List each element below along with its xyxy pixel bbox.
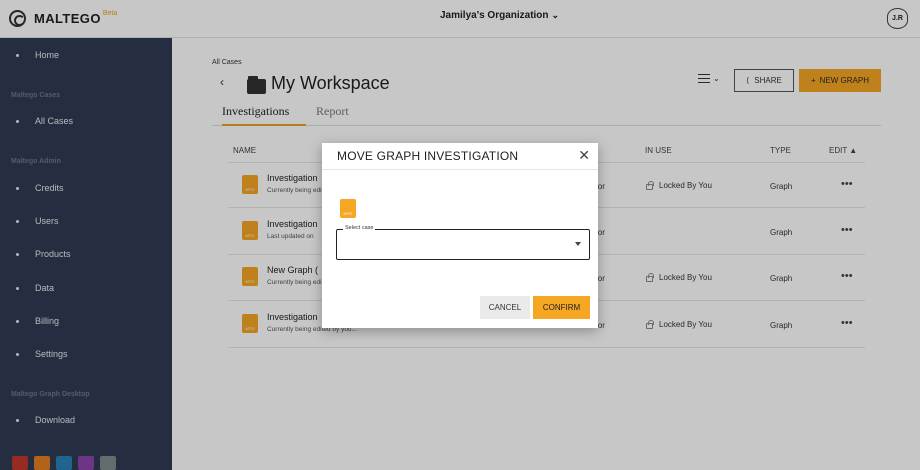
select-case-dropdown[interactable]: Select case <box>336 225 590 260</box>
caret-down-icon <box>575 242 581 246</box>
move-graph-dialog: MOVE GRAPH INVESTIGATION ✕ MTG Select ca… <box>322 143 598 328</box>
select-case-label: Select case <box>343 225 376 231</box>
cancel-button[interactable]: CANCEL <box>480 296 530 319</box>
graph-file-icon: MTG <box>340 199 356 218</box>
dialog-title: MOVE GRAPH INVESTIGATION <box>337 149 519 163</box>
close-icon[interactable]: ✕ <box>578 147 590 164</box>
dialog-divider <box>322 169 598 170</box>
confirm-button[interactable]: CONFIRM <box>533 296 590 319</box>
